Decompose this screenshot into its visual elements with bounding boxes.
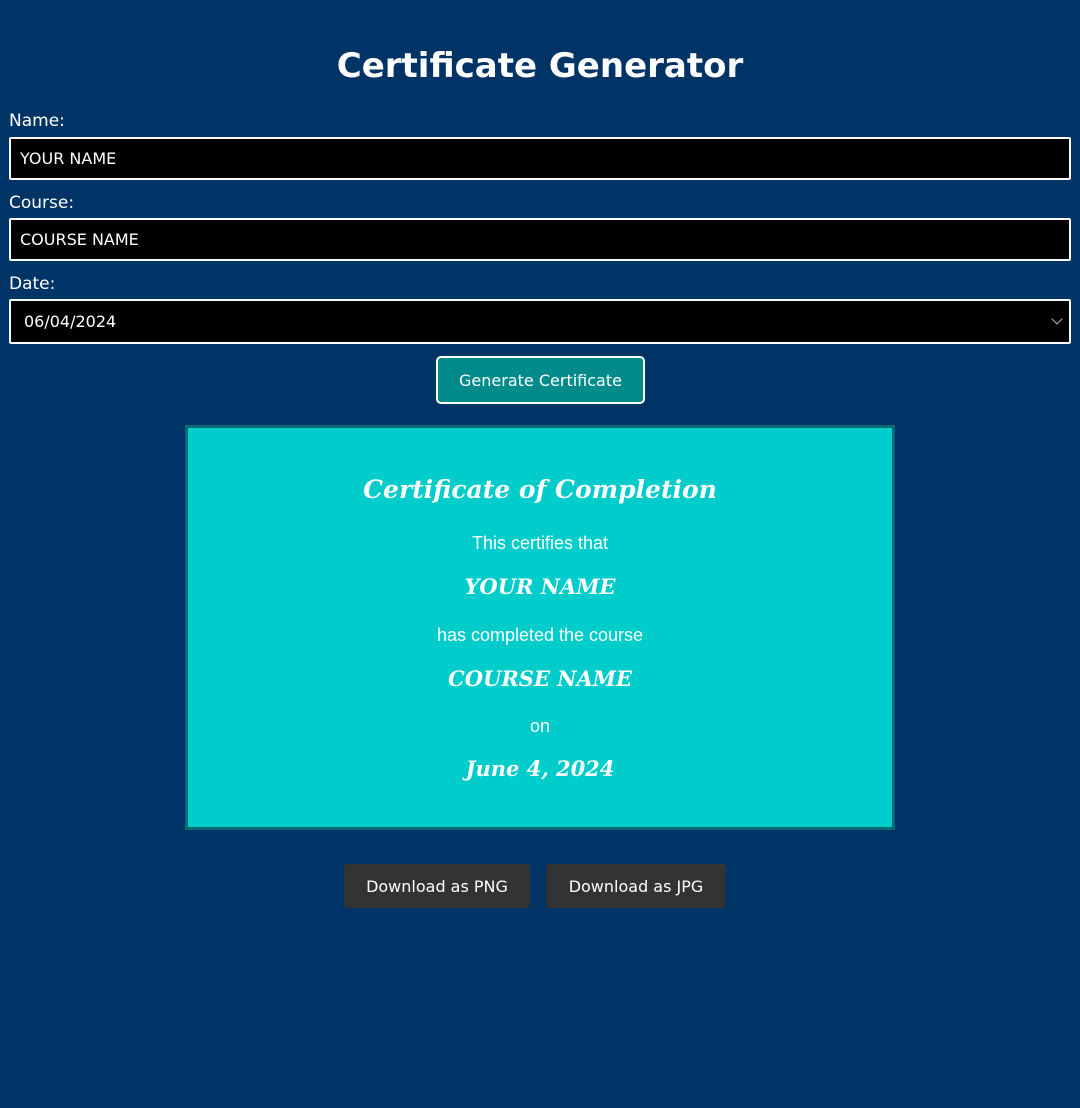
name-label: Name: [9,111,65,131]
on-text: on [529,716,551,736]
course-input[interactable] [9,218,1071,261]
certificate-generator-page: Certificate Generator Name: Course: Date… [0,0,1080,1108]
date-label: Date: [9,274,56,294]
certificate-preview: Certificate of Completion This certifies… [185,425,895,830]
chevron-down-icon[interactable] [1051,313,1063,325]
page-title: Certificate Generator [336,46,744,86]
certifies-text: This certifies that [471,533,609,553]
download-jpg-button[interactable]: Download as JPG [546,864,726,908]
completed-text: has completed the course [436,625,644,645]
certificate-heading: Certificate of Completion [363,475,717,504]
certificate-course: COURSE NAME [448,666,632,691]
certificate-date: June 4, 2024 [465,756,615,781]
generate-certificate-button[interactable]: Generate Certificate [436,356,645,404]
course-label: Course: [9,193,75,213]
date-value: 06/04/2024 [24,312,117,331]
date-select[interactable]: 06/04/2024 [9,299,1071,344]
certificate-name: YOUR NAME [464,574,616,599]
download-png-button[interactable]: Download as PNG [344,864,530,908]
name-input[interactable] [9,137,1071,180]
